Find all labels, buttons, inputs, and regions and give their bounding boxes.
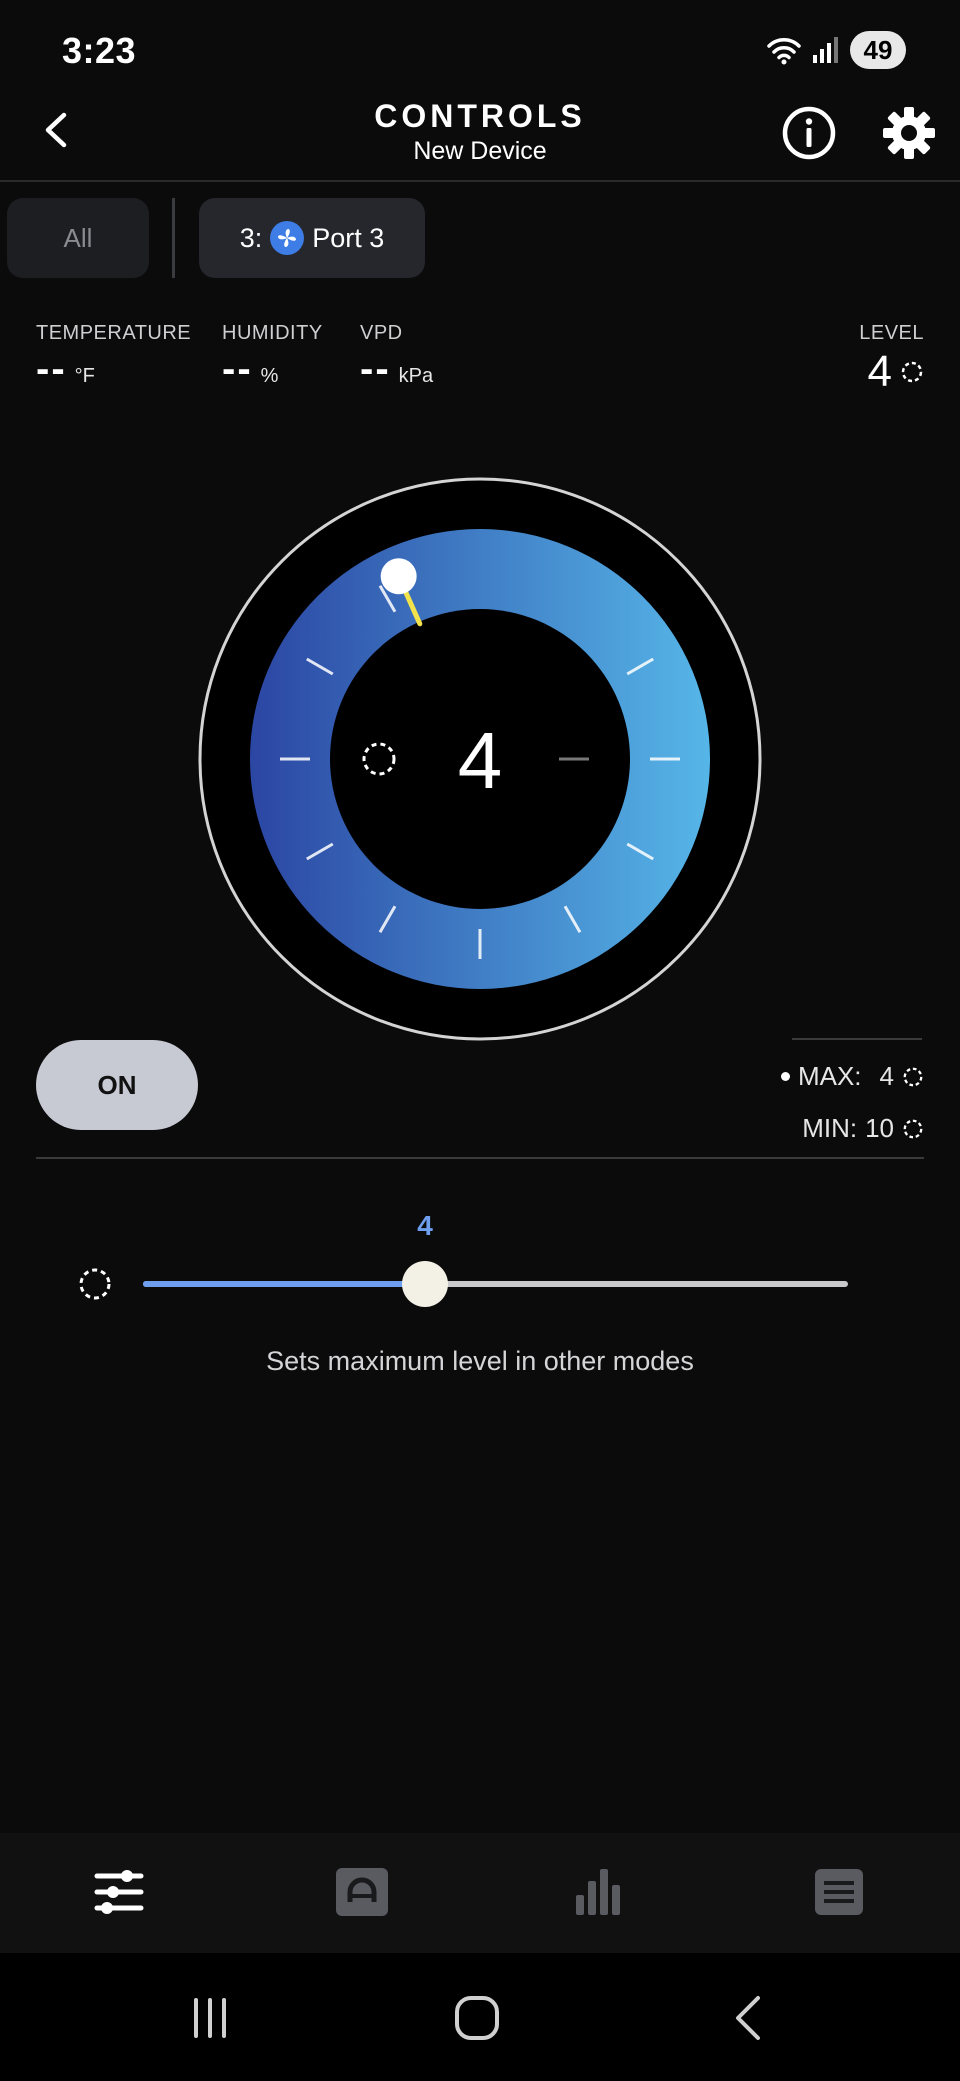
power-toggle-button[interactable]: ON [36,1040,198,1130]
status-time: 3:23 [62,30,137,71]
home-icon [455,1996,499,2040]
dial-level-value: 4 [458,716,503,805]
recent-apps-icon [194,1998,226,2038]
chevron-left-icon [736,1996,760,2040]
header-divider [0,180,960,182]
nav-controls[interactable] [89,1862,149,1922]
temperature-unit: °F [74,365,95,387]
fan-speed-icon [901,361,923,383]
fan-speed-icon [903,1067,923,1086]
level-value: 4 [867,347,892,396]
humidity-reading: HUMIDITY -- % [222,322,323,392]
humidity-value: -- [222,347,253,391]
gear-icon [883,107,935,159]
slider-value-label: 4 [417,1210,433,1241]
temperature-value: -- [36,347,67,391]
fan-speed-icon [79,1268,111,1300]
wifi-icon [767,38,801,65]
nav-data[interactable] [570,1862,630,1922]
info-button[interactable] [781,105,837,161]
fan-icon [270,221,305,255]
signal-icon [813,37,838,63]
level-label: LEVEL [859,322,924,344]
limits-divider [792,1038,922,1040]
nav-modes[interactable] [332,1862,392,1922]
min-label: MIN: [802,1113,858,1143]
temperature-reading: TEMPERATURE -- °F [36,322,191,392]
status-icons: 49 [766,30,906,70]
battery-indicator: 49 [850,31,906,69]
settings-button[interactable] [881,105,937,161]
system-back-button[interactable] [718,1990,778,2046]
dial-knob[interactable] [380,558,417,595]
level-reading: LEVEL 4 [859,322,924,397]
sliders-icon [94,1870,144,1914]
auto-mode-icon [336,1868,388,1916]
max-value: 4 [879,1061,894,1091]
chart-bars-icon [576,1869,620,1915]
slider-fill [143,1281,425,1287]
home-button[interactable] [447,1990,507,2046]
min-limit-row[interactable]: MIN: 10 [802,1113,924,1144]
tab-port-3[interactable]: 3: Port 3 [199,198,425,278]
active-dot [780,1072,790,1081]
vpd-value: -- [360,347,391,391]
section-divider [36,1157,924,1159]
fan-speed-icon [903,1119,923,1138]
slider-thumb[interactable] [402,1261,448,1307]
humidity-unit: % [260,365,279,387]
nav-logs[interactable] [809,1862,869,1922]
info-icon [782,106,836,160]
tab-all[interactable]: All [7,198,149,278]
port-number: 3: [239,222,263,253]
vpd-unit: kPa [398,365,434,387]
min-value: 10 [865,1113,894,1143]
vpd-reading: VPD -- kPa [360,322,433,392]
slider-caption: Sets maximum level in other modes [266,1346,694,1376]
tab-divider [172,198,175,278]
max-label: MAX: [797,1061,862,1091]
max-limit-row[interactable]: MAX: 4 [780,1061,924,1092]
port-label: Port 3 [312,222,385,253]
list-icon [815,1869,863,1915]
temperature-label: TEMPERATURE [36,322,192,344]
vpd-label: VPD [360,322,403,344]
level-dial[interactable]: 4 [196,475,764,1043]
recent-apps-button[interactable] [180,1990,240,2046]
humidity-label: HUMIDITY [222,322,323,344]
